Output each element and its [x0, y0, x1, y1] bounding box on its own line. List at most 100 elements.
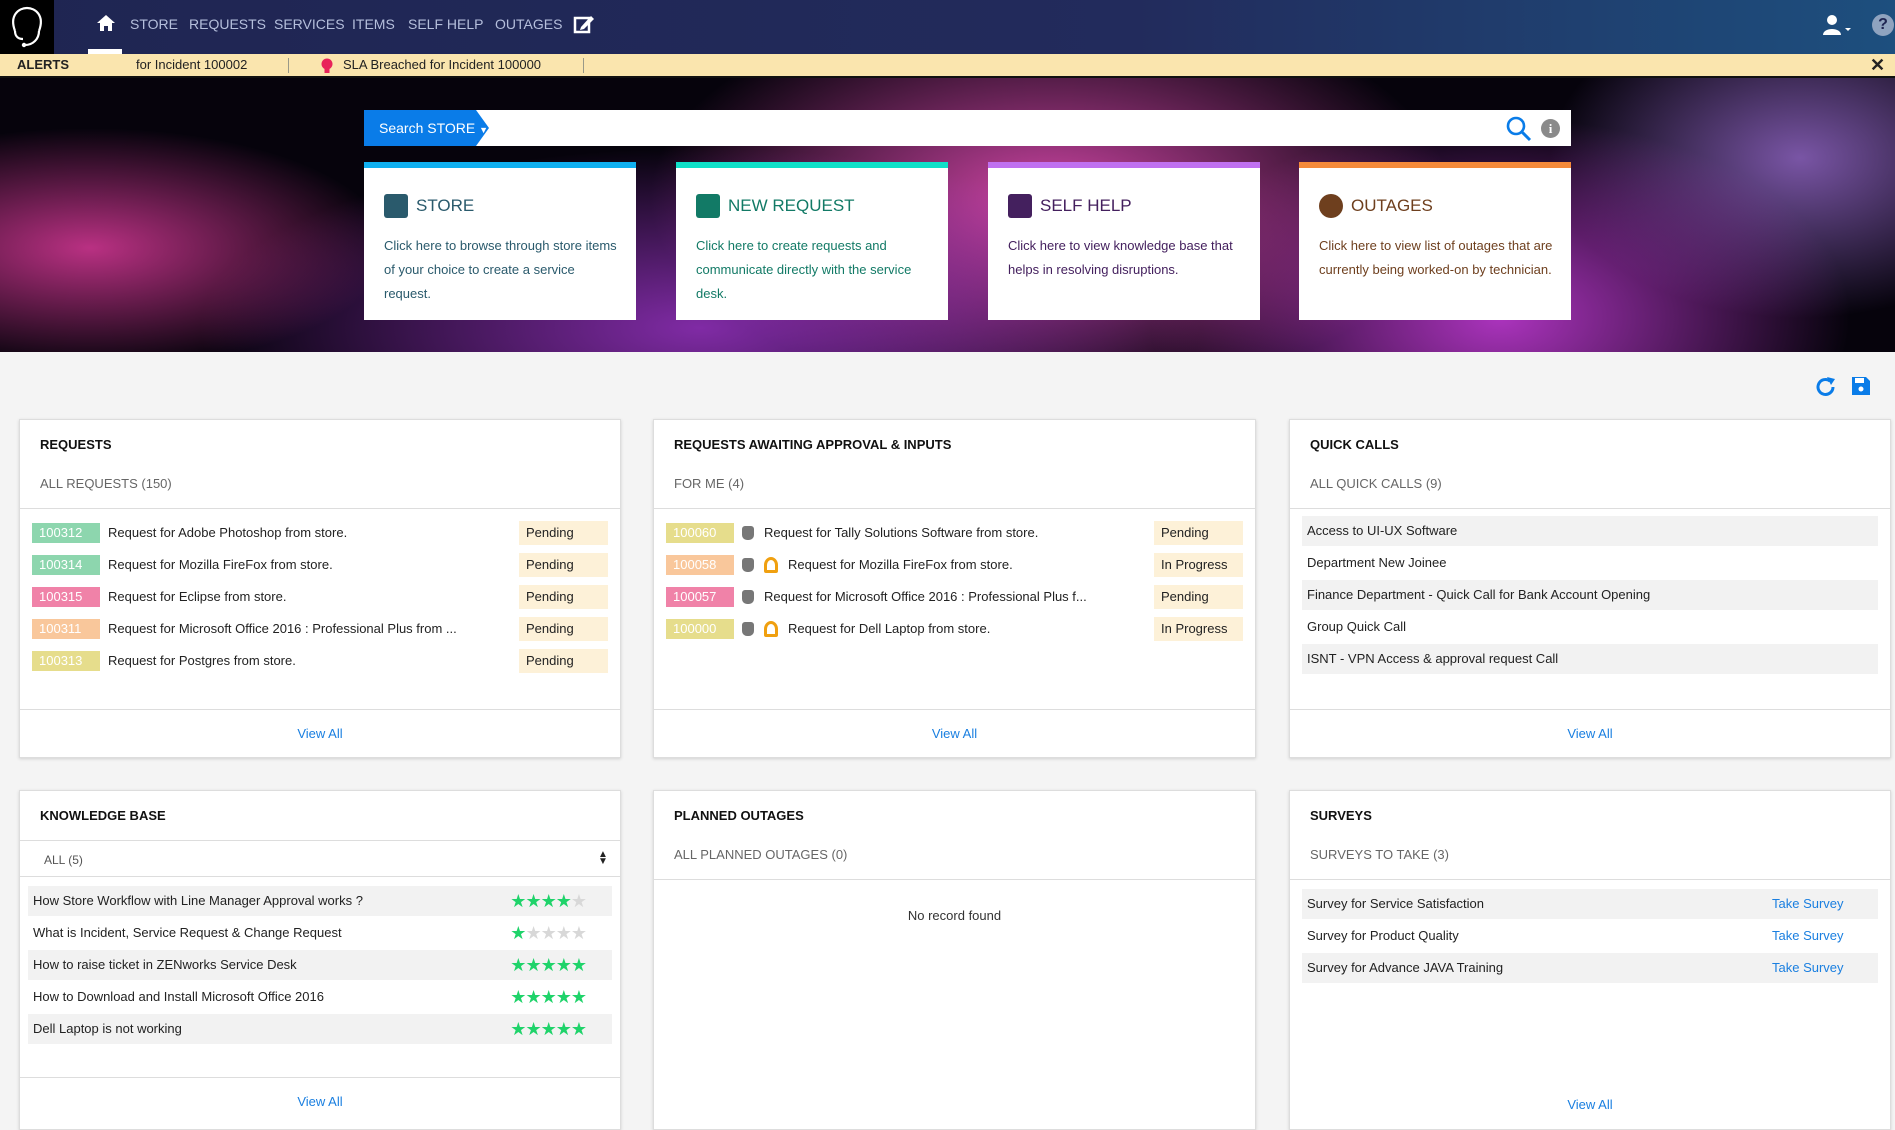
view-all-link[interactable]: View All [1290, 726, 1890, 741]
edit-icon[interactable] [573, 13, 595, 40]
user-menu-icon[interactable] [1822, 14, 1854, 41]
kb-article-item[interactable]: Dell Laptop is not working ★★★★★ [28, 1014, 612, 1044]
request-id-badge[interactable]: 100057 [666, 587, 734, 607]
sort-icon[interactable]: ▲ ▼ [598, 850, 608, 867]
star-filled-icon: ★ [510, 891, 526, 911]
view-all-link[interactable]: View All [1290, 1097, 1890, 1112]
headset-logo-icon[interactable] [0, 0, 54, 54]
request-subject[interactable]: Request for Mozilla FireFox from store. [788, 551, 1013, 579]
top-nav: STORE REQUESTS SERVICES ITEMS SELF HELP … [0, 0, 1895, 54]
request-id-badge[interactable]: 100060 [666, 523, 734, 543]
quick-call-item[interactable]: Finance Department - Quick Call for Bank… [1302, 580, 1878, 610]
request-subject[interactable]: Request for Postgres from store. [108, 647, 296, 675]
request-id-badge[interactable]: 100058 [666, 555, 734, 575]
waiting-clock-icon [764, 621, 778, 637]
request-row[interactable]: 100000 Request for Dell Laptop from store… [666, 615, 1243, 643]
request-row[interactable]: 100314 Request for Mozilla FireFox from s… [32, 551, 608, 579]
star-filled-icon: ★ [540, 1019, 557, 1039]
card-title: STORE [384, 194, 474, 218]
kb-article-item[interactable]: How to Download and Install Microsoft Of… [28, 982, 612, 1012]
request-id-badge[interactable]: 100000 [666, 619, 734, 639]
nav-requests[interactable]: REQUESTS [189, 0, 266, 54]
rating-stars: ★★★★★ [510, 887, 587, 915]
request-subject[interactable]: Request for Dell Laptop from store. [788, 615, 990, 643]
for-me-tab[interactable]: FOR ME (4) [674, 476, 744, 491]
alerts-bar: ALERTS for Incident 100002 SLA Breached … [0, 54, 1895, 78]
status-badge: Pending [519, 585, 608, 609]
info-icon[interactable]: i [1541, 119, 1560, 138]
request-id-badge[interactable]: 100312 [32, 523, 100, 543]
quick-call-item[interactable]: Department New Joinee [1302, 548, 1878, 578]
nav-outages[interactable]: OUTAGES [495, 0, 562, 54]
search-input[interactable] [499, 114, 1499, 142]
surveys-to-take-tab[interactable]: SURVEYS TO TAKE (3) [1310, 847, 1449, 862]
view-all-link[interactable]: View All [20, 1094, 620, 1109]
request-subject[interactable]: Request for Microsoft Office 2016 : Prof… [764, 583, 1087, 611]
request-id-badge[interactable]: 100314 [32, 555, 100, 575]
request-row[interactable]: 100060 Request for Tally Solutions Softwa… [666, 519, 1243, 547]
status-badge: Pending [519, 617, 608, 641]
take-survey-link[interactable]: Take Survey [1772, 954, 1844, 982]
quick-call-item[interactable]: Access to UI-UX Software [1302, 516, 1878, 546]
view-all-link[interactable]: View All [20, 726, 620, 741]
all-requests-tab[interactable]: ALL REQUESTS (150) [40, 476, 172, 491]
nav-items[interactable]: ITEMS [352, 0, 395, 54]
kb-filter-select[interactable]: ALL (5) [44, 853, 83, 867]
search-scope-label: Search STORE [379, 120, 476, 136]
kb-article-title: Dell Laptop is not working [33, 1021, 182, 1036]
star-filled-icon: ★ [525, 1019, 541, 1039]
all-planned-outages-tab[interactable]: ALL PLANNED OUTAGES (0) [674, 847, 847, 862]
request-row[interactable]: 100057 Request for Microsoft Office 2016 … [666, 583, 1243, 611]
kb-article-item[interactable]: How Store Workflow with Line Manager App… [28, 886, 612, 916]
take-survey-link[interactable]: Take Survey [1772, 922, 1844, 950]
request-subject[interactable]: Request for Adobe Photoshop from store. [108, 519, 347, 547]
quick-call-item[interactable]: ISNT - VPN Access & approval request Cal… [1302, 644, 1878, 674]
help-icon[interactable]: ? [1872, 14, 1894, 36]
request-id-badge[interactable]: 100315 [32, 587, 100, 607]
alert-item[interactable]: for Incident 100002 [136, 54, 247, 76]
survey-item: Survey for Product Quality Take Survey [1302, 921, 1878, 951]
request-row[interactable]: 100315 Request for Eclipse from store. Pen… [32, 583, 608, 611]
card-self-help[interactable]: SELF HELP Click here to view knowledge ba… [988, 162, 1260, 320]
star-filled-icon: ★ [570, 987, 587, 1007]
request-subject[interactable]: Request for Tally Solutions Software fro… [764, 519, 1038, 547]
status-badge: Pending [519, 521, 608, 545]
request-subject[interactable]: Request for Microsoft Office 2016 : Prof… [108, 615, 457, 643]
request-id-badge[interactable]: 100311 [32, 619, 100, 639]
view-all-link[interactable]: View All [654, 726, 1255, 741]
home-icon[interactable] [96, 14, 116, 37]
quick-call-label: Department New Joinee [1307, 555, 1447, 570]
alert-item[interactable]: SLA Breached for Incident 100000 [343, 54, 541, 76]
request-row[interactable]: 100058 Request for Mozilla FireFox from s… [666, 551, 1243, 579]
status-badge: Pending [1154, 521, 1243, 545]
request-id-badge[interactable]: 100313 [32, 651, 100, 671]
request-subject[interactable]: Request for Mozilla FireFox from store. [108, 551, 333, 579]
card-outages[interactable]: OUTAGES Click here to view list of outage… [1299, 162, 1571, 320]
status-badge: In Progress [1154, 617, 1243, 641]
kb-article-item[interactable]: How to raise ticket in ZENworks Service … [28, 950, 612, 980]
request-row[interactable]: 100313 Request for Postgres from store. Pe… [32, 647, 608, 675]
search-icon[interactable] [1506, 116, 1532, 147]
refresh-icon[interactable] [1815, 376, 1837, 403]
kb-article-item[interactable]: What is Incident, Service Request & Chan… [28, 918, 612, 948]
lightning-icon [1319, 194, 1343, 218]
divider [654, 508, 1255, 509]
card-new-request[interactable]: NEW REQUEST Click here to create requests… [676, 162, 948, 320]
card-title: OUTAGES [1319, 194, 1433, 218]
nav-store[interactable]: STORE [130, 0, 178, 54]
kb-article-title: How to raise ticket in ZENworks Service … [33, 957, 297, 972]
take-survey-link[interactable]: Take Survey [1772, 890, 1844, 918]
request-subject[interactable]: Request for Eclipse from store. [108, 583, 286, 611]
nav-self-help[interactable]: SELF HELP [408, 0, 483, 54]
quick-call-item[interactable]: Group Quick Call [1302, 612, 1878, 642]
request-row[interactable]: 100311 Request for Microsoft Office 2016 … [32, 615, 608, 643]
quick-call-label: ISNT - VPN Access & approval request Cal… [1307, 651, 1559, 666]
star-filled-icon: ★ [570, 955, 587, 975]
close-icon[interactable]: ✕ [1870, 54, 1885, 76]
save-icon[interactable] [1851, 376, 1871, 401]
nav-services[interactable]: SERVICES [274, 0, 345, 54]
search-scope-dropdown[interactable]: Search STORE ▼ [364, 110, 489, 146]
request-row[interactable]: 100312 Request for Adobe Photoshop from s… [32, 519, 608, 547]
card-store[interactable]: STORE Click here to browse through store … [364, 162, 636, 320]
all-quick-calls-tab[interactable]: ALL QUICK CALLS (9) [1310, 476, 1442, 491]
